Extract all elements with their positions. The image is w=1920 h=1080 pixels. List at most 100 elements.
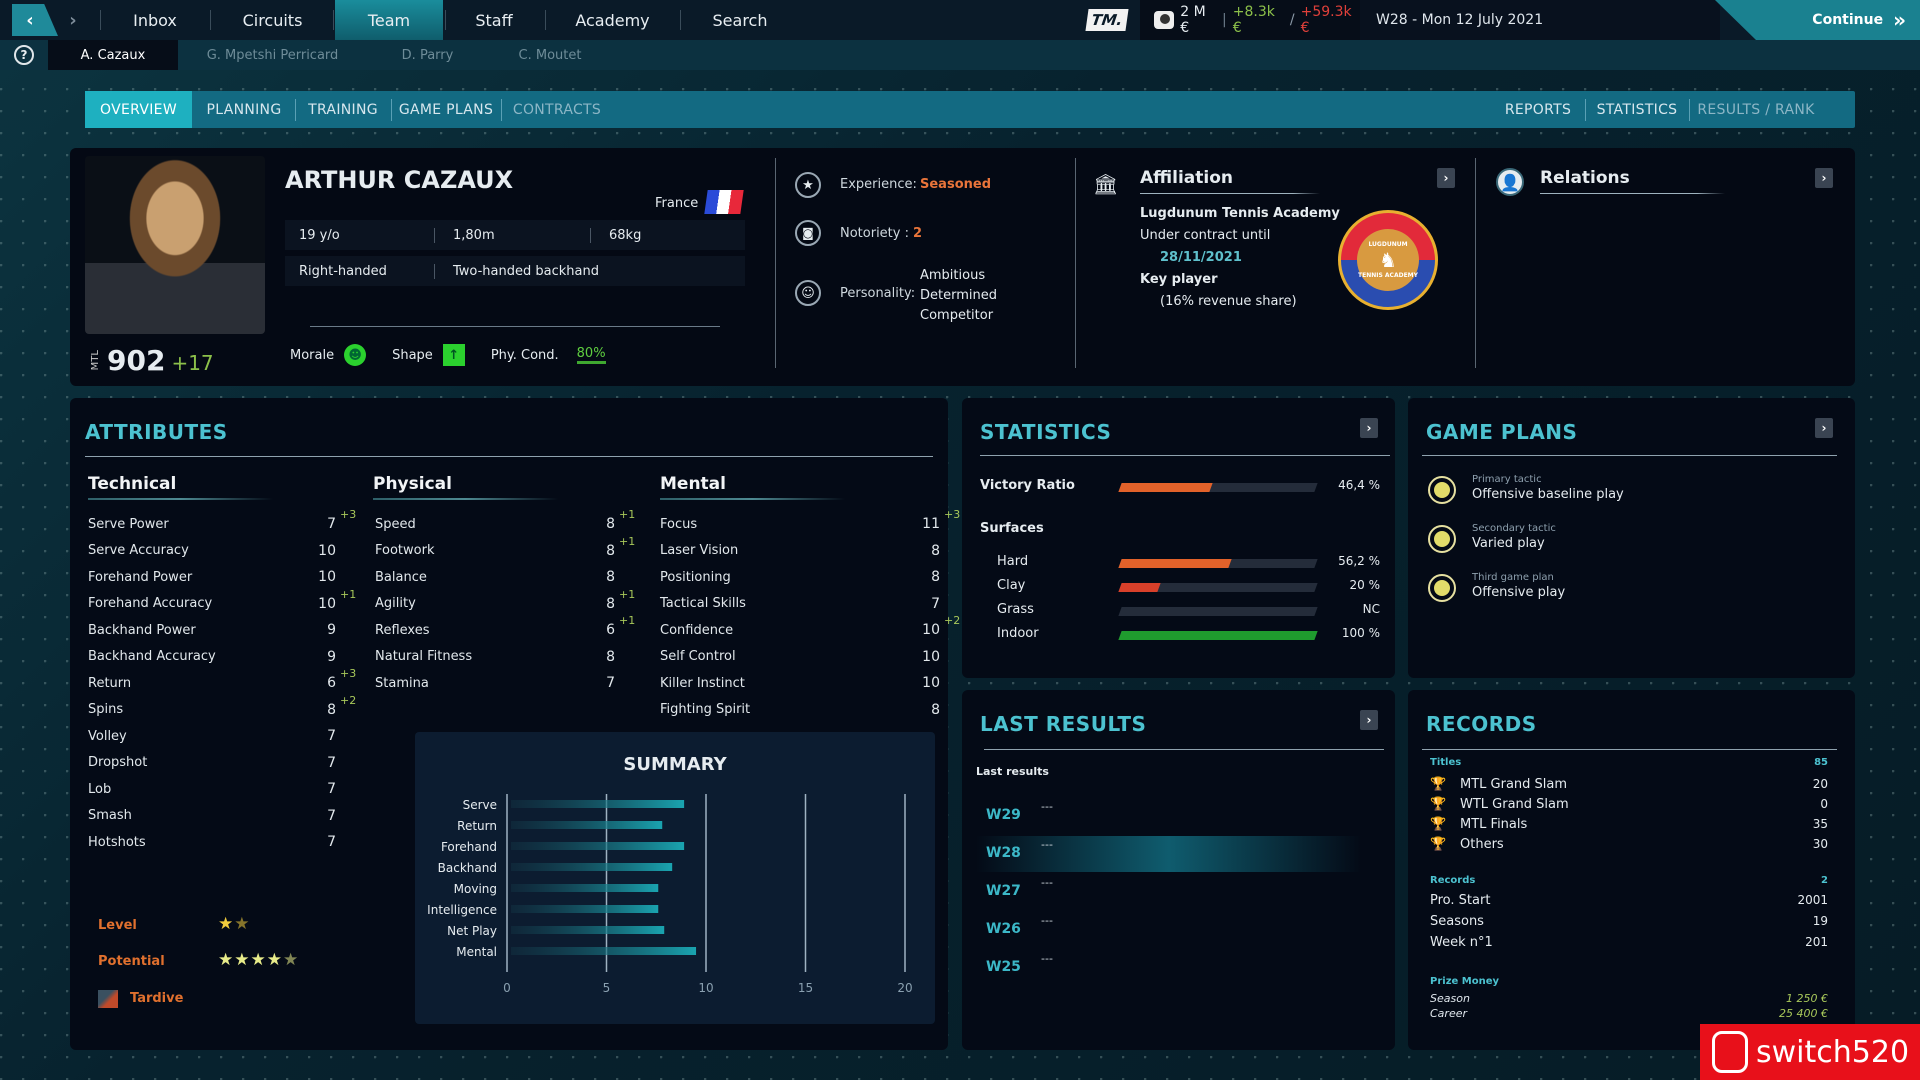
divider [445,10,446,30]
tactic-value[interactable]: Varied play [1472,536,1545,551]
victory-ratio-value: 46,4 % [1338,478,1380,492]
player-tab-cazaux[interactable]: A. Cazaux [48,40,178,70]
tab-contracts[interactable]: CONTRACTS [503,91,611,128]
affiliation-open-button[interactable]: › [1437,168,1455,188]
last-results-open-button[interactable]: › [1360,710,1378,730]
star-half-icon: ★ [234,914,251,934]
star-full-icon: ★ [266,950,283,970]
attributes-panel: ATTRIBUTES Technical Physical Mental Ser… [70,398,960,1050]
finances-summary[interactable]: 2 M € | +8.3k € / +59.3k € [1140,0,1360,40]
result-week: W25 [986,959,1021,975]
back-button[interactable]: ‹ [12,4,58,36]
result-row[interactable]: W28 --- [976,836,1361,872]
divider [85,456,933,457]
attribute-name: Return [88,675,132,691]
tactic-label: Third game plan [1472,572,1554,583]
ranking: MTL 902 +17 [90,344,214,377]
statistics-panel: STATISTICS › Victory Ratio 46,4 % Surfac… [962,398,1395,678]
attribute-row: Forehand Accuracy 10 +1 [88,588,366,616]
attribute-bonus: +3 [340,508,357,521]
contract-label: Under contract until [1140,228,1271,243]
star-full-icon: ★ [234,950,251,970]
attribute-name: Confidence [660,622,734,638]
tab-results-rank[interactable]: RESULTS / RANK [1691,91,1821,128]
category-label: Mental [456,945,497,959]
academy-logo: LUGDUNUM ♞ TENNIS ACADEMY [1338,210,1438,310]
player-tab-parry[interactable]: D. Parry [370,40,485,70]
relations-open-button[interactable]: › [1815,168,1833,188]
help-icon[interactable]: ? [14,45,34,65]
trophy-icon: 🏆 [1430,797,1447,812]
attribute-row: Lob 7 [88,777,366,801]
result-row[interactable]: W26 --- [976,912,1361,948]
title-name: Others [1460,837,1504,852]
development-type: Tardive [130,991,184,1006]
title-count: 0 [1820,797,1828,811]
nav-academy[interactable]: Academy [555,0,670,40]
tab-statistics[interactable]: STATISTICS [1587,91,1687,128]
attribute-bonus: +1 [619,587,636,601]
result-row[interactable]: W25 --- [976,950,1361,986]
surface-value: NC [1362,602,1380,616]
surface-bar-fill [1118,631,1318,640]
attribute-value: 8 [327,701,336,718]
tab-planning[interactable]: PLANNING [195,91,293,128]
camera-icon: ◙ [795,220,821,246]
attribute-row: Self Control 10 [660,645,970,669]
nav-inbox[interactable]: Inbox [110,0,200,40]
attribute-value: 10 [318,542,336,559]
potential-label: Potential [98,954,165,969]
result-value: --- [1041,800,1053,813]
victory-ratio-fill [1118,483,1213,492]
phy-cond-value: 80% [576,346,606,364]
attribute-row: Hotshots 7 [88,830,366,854]
x-tick-label: 0 [503,981,511,995]
tab-overview[interactable]: OVERVIEW [85,91,192,128]
nav-circuits[interactable]: Circuits [220,0,325,40]
nav-search[interactable]: Search [690,0,790,40]
attribute-bonus: +2 [340,693,357,707]
attribute-name: Self Control [660,649,736,664]
nav-staff[interactable]: Staff [450,0,538,40]
attribute-value: 7 [931,595,940,612]
tactic-dot [1434,482,1450,498]
attribute-name: Volley [88,728,127,744]
attribute-row: Smash 7 [88,804,366,828]
attribute-name: Serve Accuracy [88,543,189,558]
potential-stars: ★★★★★ [218,950,299,970]
result-row[interactable]: W29 --- [976,798,1361,834]
player-tab-mpetshi-perricard[interactable]: G. Mpetshi Perricard [190,40,355,70]
result-value: --- [1041,952,1053,965]
tactic-value[interactable]: Offensive baseline play [1472,487,1624,502]
attribute-bonus: +1 [340,587,357,601]
tab-reports[interactable]: REPORTS [1493,91,1583,128]
category-label: Backhand [438,861,497,875]
tab-game-plans[interactable]: GAME PLANS [393,91,499,128]
tab-training[interactable]: TRAINING [297,91,389,128]
forward-button[interactable]: › [58,4,88,36]
attribute-name: Laser Vision [660,543,739,558]
attribute-value: 7 [327,834,336,850]
country: France [655,196,699,211]
attribute-name: Fighting Spirit [660,702,751,717]
record-name: Week n°1 [1430,935,1493,950]
height: 1,80m [435,227,591,243]
record-value: 2001 [1797,893,1828,907]
attribute-row: Serve Accuracy 10 [88,539,366,563]
nav-team[interactable]: Team [335,0,443,40]
player-tab-moutet[interactable]: C. Moutet [490,40,610,70]
statistics-open-button[interactable]: › [1360,418,1378,438]
attribute-name: Footwork [375,543,435,558]
tactic-value[interactable]: Offensive play [1472,585,1565,600]
victory-ratio-label: Victory Ratio [980,478,1075,493]
attribute-value: 7 [327,754,336,771]
surface-value: 100 % [1341,626,1380,640]
category-label: Forehand [441,840,497,854]
game-plans-open-button[interactable]: › [1815,418,1833,438]
result-row[interactable]: W27 --- [976,874,1361,910]
continue-button[interactable]: Continue » [1715,0,1920,40]
prize-name: Season [1430,992,1470,1005]
player-photo [85,156,265,334]
attribute-value: 8 [606,569,615,585]
prize-label: Prize Money [1430,976,1500,987]
